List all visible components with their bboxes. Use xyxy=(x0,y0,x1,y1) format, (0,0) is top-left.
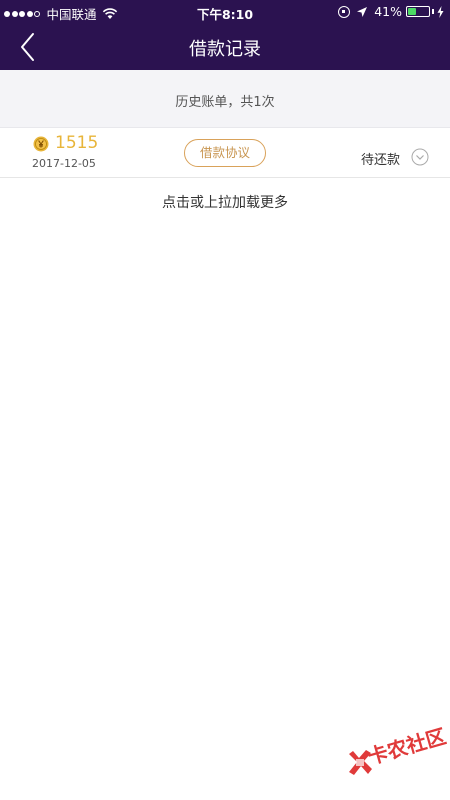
battery-percentage: 41% xyxy=(374,4,402,19)
yuan-coin-icon xyxy=(33,136,49,152)
history-summary-text: 历史账单，共1次 xyxy=(175,95,275,110)
load-more-link[interactable]: 点击或上拉加载更多 xyxy=(0,192,450,212)
watermark-logo: 卡农社区 xyxy=(346,724,449,780)
page-title: 借款记录 xyxy=(189,39,261,60)
watermark-text: 卡农社区 xyxy=(365,723,449,770)
battery-level xyxy=(408,8,417,15)
navigation-bar: 借款记录 xyxy=(0,24,450,70)
repayment-status: 待还款 xyxy=(360,153,400,168)
charging-bolt-icon xyxy=(437,5,444,18)
chevron-down-circle-icon[interactable] xyxy=(411,148,429,166)
history-summary: 历史账单，共1次 xyxy=(0,70,450,128)
rotation-lock-icon xyxy=(338,5,351,18)
loan-amount: 1515 xyxy=(55,133,99,153)
loan-agreement-button[interactable]: 借款协议 xyxy=(184,139,266,167)
status-right: 41% xyxy=(338,4,444,19)
battery-icon xyxy=(406,6,430,17)
battery-cap xyxy=(432,9,434,14)
loan-record-row[interactable]: 1515 2017-12-05 借款协议 待还款 xyxy=(0,128,450,178)
location-arrow-icon xyxy=(357,6,368,17)
status-bar: 中国联通 下午8:10 41% xyxy=(0,0,450,24)
loan-date: 2017-12-05 xyxy=(32,157,96,170)
loan-records-page: 中国联通 下午8:10 41% 借款记录 历史账单，共1次 1515 2017-… xyxy=(0,0,450,800)
